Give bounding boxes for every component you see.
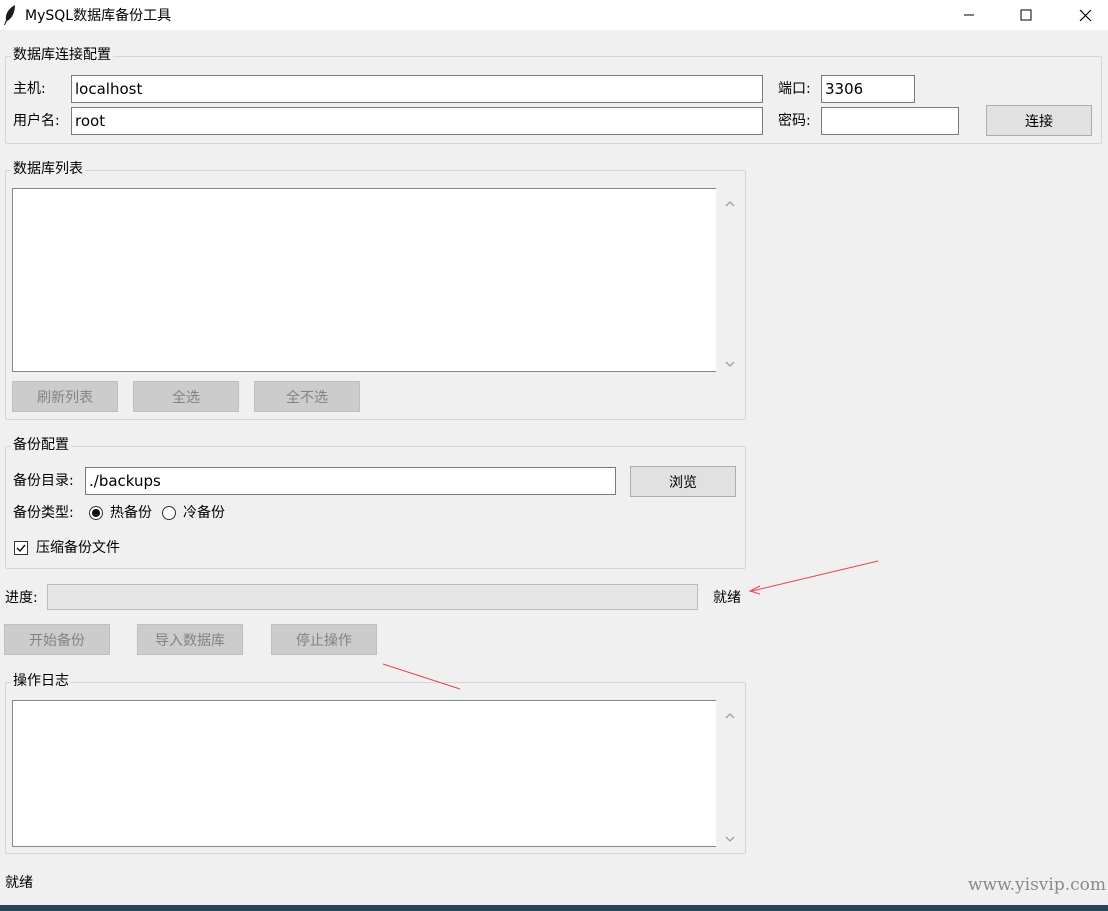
annotation-line	[382, 663, 461, 690]
annotation-arrow-line	[751, 560, 879, 592]
watermark-text: www.yisvip.com	[967, 875, 1106, 895]
annotation-overlay	[382, 560, 879, 690]
taskbar-strip	[0, 905, 1108, 911]
